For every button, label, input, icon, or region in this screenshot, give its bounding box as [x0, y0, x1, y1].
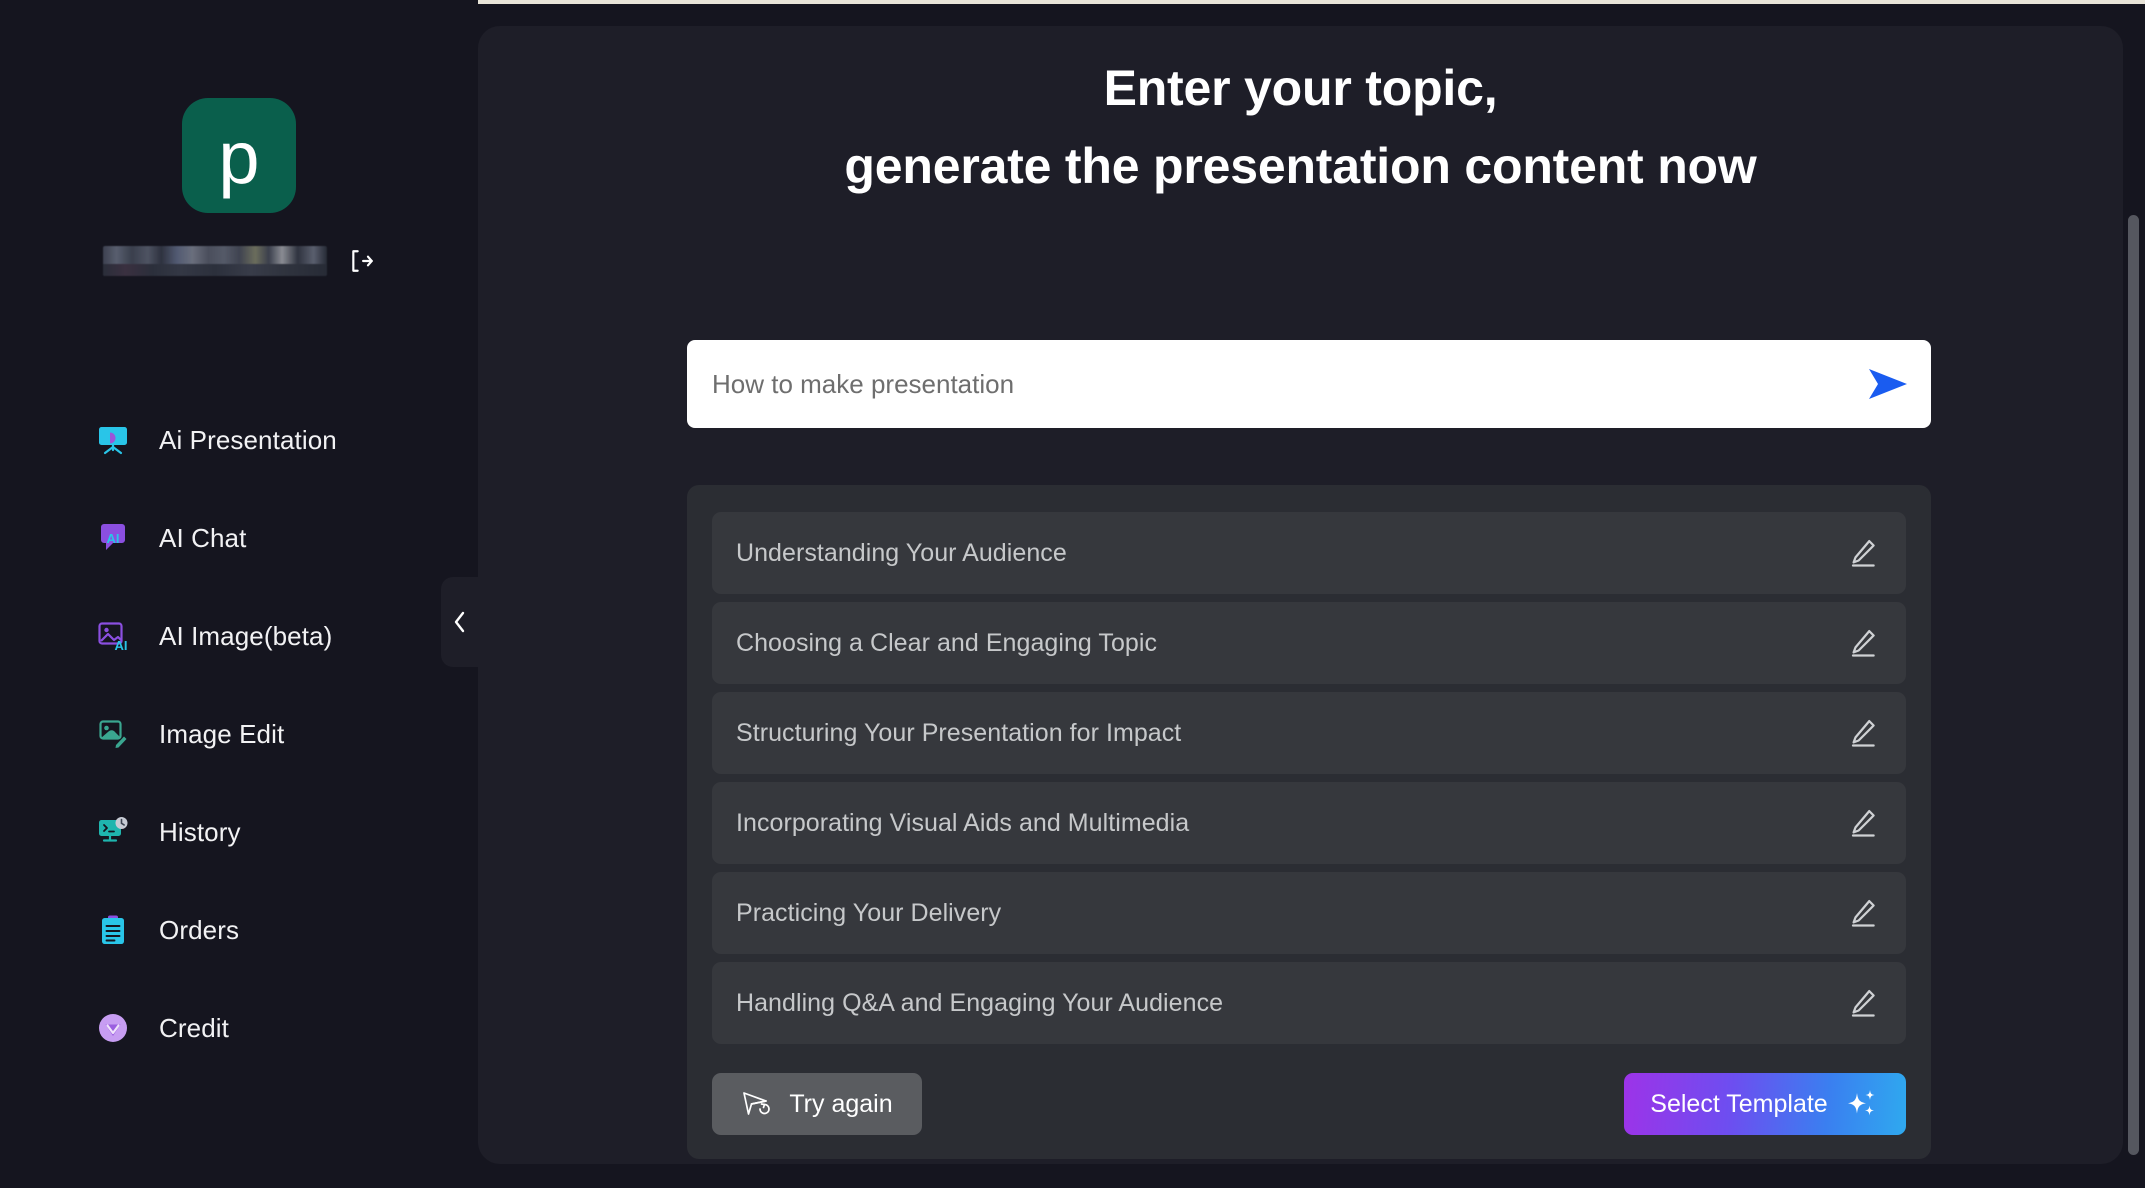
headline-line-2: generate the presentation content now — [478, 128, 2123, 206]
sidebar-item-label: Image Edit — [159, 719, 284, 750]
outline-row-text: Choosing a Clear and Engaging Topic — [736, 629, 1848, 658]
pencil-icon[interactable] — [1848, 988, 1878, 1018]
retry-send-icon — [741, 1089, 775, 1119]
ai-image-icon: AI — [96, 619, 130, 653]
svg-text:AI: AI — [107, 531, 120, 546]
sidebar-item-label: AI Image(beta) — [159, 621, 332, 652]
pencil-icon[interactable] — [1848, 538, 1878, 568]
presentation-icon — [96, 423, 130, 457]
outline-row[interactable]: Practicing Your Delivery — [712, 872, 1906, 954]
outline-container: Understanding Your Audience Choosing a C… — [687, 485, 1931, 1159]
send-arrow-icon — [1865, 366, 1911, 402]
sidebar-item-label: AI Chat — [159, 523, 246, 554]
sidebar-item-ai-chat[interactable]: AI AI Chat — [0, 511, 478, 565]
sparkles-icon — [1844, 1086, 1880, 1122]
image-edit-icon — [96, 717, 130, 751]
svg-text:AI: AI — [115, 638, 128, 653]
prompt-box — [687, 340, 1931, 428]
sidebar-nav: Ai Presentation AI AI Chat AI AI Image(b… — [0, 413, 478, 1099]
app-logo[interactable]: p — [182, 98, 296, 213]
sidebar-item-image-edit[interactable]: Image Edit — [0, 707, 478, 761]
sidebar-item-label: Ai Presentation — [159, 425, 337, 456]
headline-line-1: Enter your topic, — [478, 50, 2123, 128]
user-row — [103, 240, 383, 282]
sidebar-item-ai-image[interactable]: AI AI Image(beta) — [0, 609, 478, 663]
try-again-button[interactable]: Try again — [712, 1073, 922, 1135]
outline-row[interactable]: Understanding Your Audience — [712, 512, 1906, 594]
outline-row[interactable]: Handling Q&A and Engaging Your Audience — [712, 962, 1906, 1044]
topic-input[interactable] — [687, 369, 1845, 400]
outline-row-text: Handling Q&A and Engaging Your Audience — [736, 989, 1848, 1018]
sidebar-collapse-button[interactable] — [441, 577, 478, 667]
page-scrollbar-thumb[interactable] — [2128, 215, 2139, 1155]
logout-icon[interactable] — [349, 248, 375, 274]
chevron-left-icon — [450, 606, 470, 638]
page-title: Enter your topic, generate the presentat… — [478, 50, 2123, 205]
outline-row[interactable]: Structuring Your Presentation for Impact — [712, 692, 1906, 774]
pencil-icon[interactable] — [1848, 898, 1878, 928]
pencil-icon[interactable] — [1848, 628, 1878, 658]
sidebar-item-history[interactable]: History — [0, 805, 478, 859]
sidebar-item-orders[interactable]: Orders — [0, 903, 478, 957]
sidebar: p Ai Presentation AI AI Ch — [0, 0, 478, 1188]
outline-row-text: Structuring Your Presentation for Impact — [736, 719, 1848, 748]
orders-icon — [96, 913, 130, 947]
outline-footer: Try again Select Template — [712, 1073, 1906, 1135]
select-template-label: Select Template — [1650, 1090, 1827, 1119]
outline-row[interactable]: Choosing a Clear and Engaging Topic — [712, 602, 1906, 684]
sidebar-item-ai-presentation[interactable]: Ai Presentation — [0, 413, 478, 467]
credit-icon — [96, 1011, 130, 1045]
outline-row-text: Understanding Your Audience — [736, 539, 1848, 568]
logo-letter: p — [218, 121, 259, 195]
logo-tile: p — [182, 98, 296, 213]
sidebar-item-label: Orders — [159, 915, 239, 946]
page-scrollbar-track[interactable] — [2123, 0, 2145, 1188]
try-again-label: Try again — [789, 1090, 892, 1119]
ai-chat-icon: AI — [96, 521, 130, 555]
sidebar-item-label: Credit — [159, 1013, 229, 1044]
sidebar-item-credit[interactable]: Credit — [0, 1001, 478, 1055]
outline-list: Understanding Your Audience Choosing a C… — [712, 512, 1906, 1044]
sidebar-item-label: History — [159, 817, 241, 848]
history-icon — [96, 815, 130, 849]
outline-row-text: Incorporating Visual Aids and Multimedia — [736, 809, 1848, 838]
outline-row-text: Practicing Your Delivery — [736, 899, 1848, 928]
pencil-icon[interactable] — [1848, 808, 1878, 838]
main-panel: Enter your topic, generate the presentat… — [478, 26, 2123, 1164]
username-redacted — [103, 246, 327, 276]
pencil-icon[interactable] — [1848, 718, 1878, 748]
send-button[interactable] — [1845, 340, 1931, 428]
outline-row[interactable]: Incorporating Visual Aids and Multimedia — [712, 782, 1906, 864]
select-template-button[interactable]: Select Template — [1624, 1073, 1906, 1135]
